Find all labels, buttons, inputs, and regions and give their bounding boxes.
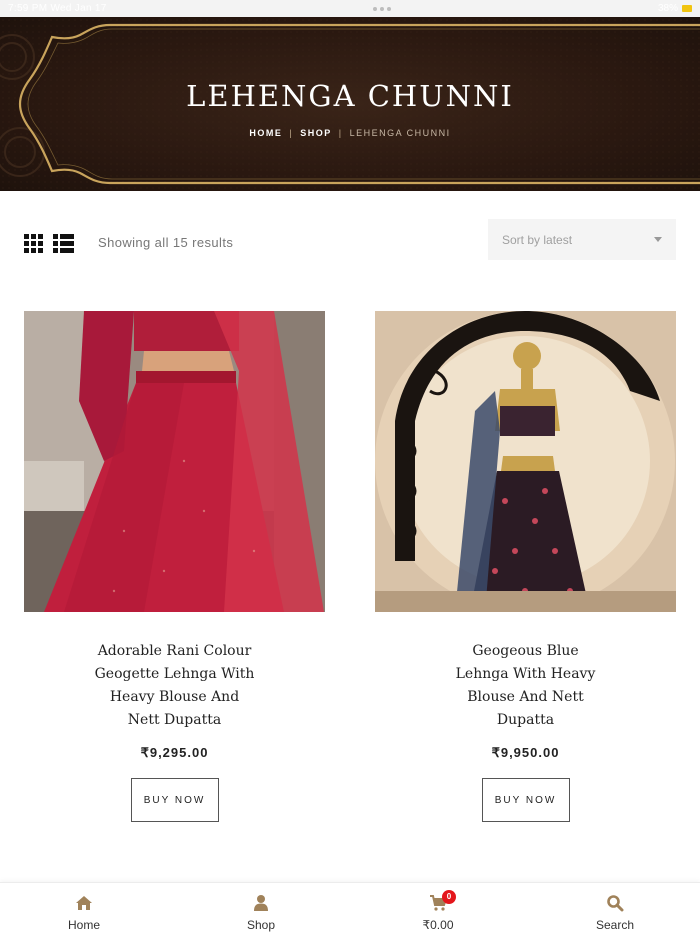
home-icon [76, 896, 92, 910]
sort-caret-icon [654, 237, 662, 242]
breadcrumb-current: LEHENGA CHUNNI [349, 128, 451, 138]
product-price: ₹9,950.00 [491, 745, 560, 760]
breadcrumb-home-link[interactable]: HOME [249, 128, 282, 138]
battery-percent: 38% [657, 3, 678, 14]
product-name[interactable]: Geogeous Blue Lehnga With Heavy Blouse A… [375, 640, 676, 732]
battery-icon [681, 5, 692, 12]
status-time: 7:59 PM Wed Jan 17 [8, 3, 107, 14]
nav-search[interactable]: Search [555, 883, 675, 934]
page-banner: LEHENGA CHUNNI HOME | SHOP | LEHENGA CHUNNI [0, 17, 700, 191]
status-date-text: Wed Jan 17 [50, 3, 107, 14]
status-indicators: 38% [658, 3, 692, 14]
breadcrumb-separator: | [289, 128, 294, 138]
nav-home-label: Home [67, 918, 100, 932]
sort-select-value: Sort by latest [502, 232, 573, 247]
grid-view-icon[interactable] [24, 234, 44, 254]
breadcrumb: HOME | SHOP | LEHENGA CHUNNI [0, 128, 700, 138]
results-count: Showing all 15 results [98, 235, 234, 250]
cart-count-badge: 0 [442, 890, 456, 904]
nav-shop-label: Shop [246, 918, 276, 932]
nav-shop[interactable]: Shop [201, 883, 321, 934]
product-card: Geogeous Blue Lehnga With Heavy Blouse A… [375, 311, 676, 822]
nav-home[interactable]: Home [24, 883, 144, 934]
bottom-nav: Home Shop 0 ₹0.00 Search [0, 882, 700, 934]
page-title: LEHENGA CHUNNI [186, 79, 514, 113]
breadcrumb-separator: | [338, 128, 343, 138]
status-time-text: 7:59 PM [8, 3, 48, 14]
multitask-dots[interactable] [373, 6, 392, 11]
product-image-blue-lehnga[interactable] [375, 311, 676, 612]
list-view-icon[interactable] [53, 234, 74, 254]
sort-select[interactable]: Sort by latest [488, 219, 676, 260]
buy-now-button[interactable]: BUY NOW [481, 778, 570, 822]
breadcrumb-shop-link[interactable]: SHOP [300, 128, 332, 138]
product-name[interactable]: Adorable Rani Colour Geogette Lehnga Wit… [24, 640, 325, 732]
product-price: ₹9,295.00 [140, 745, 209, 760]
search-icon [607, 895, 624, 912]
shop-toolbar: Showing all 15 results Sort by latest [0, 218, 700, 260]
user-icon [254, 895, 268, 911]
nav-cart[interactable]: 0 ₹0.00 [378, 883, 498, 934]
product-image-rani-lehnga[interactable] [24, 311, 325, 612]
status-bar: 7:59 PM Wed Jan 17 38% [0, 0, 700, 17]
product-card: Adorable Rani Colour Geogette Lehnga Wit… [24, 311, 325, 822]
buy-now-button[interactable]: BUY NOW [130, 778, 219, 822]
nav-search-label: Search [595, 918, 635, 932]
nav-cart-total: ₹0.00 [422, 918, 454, 932]
